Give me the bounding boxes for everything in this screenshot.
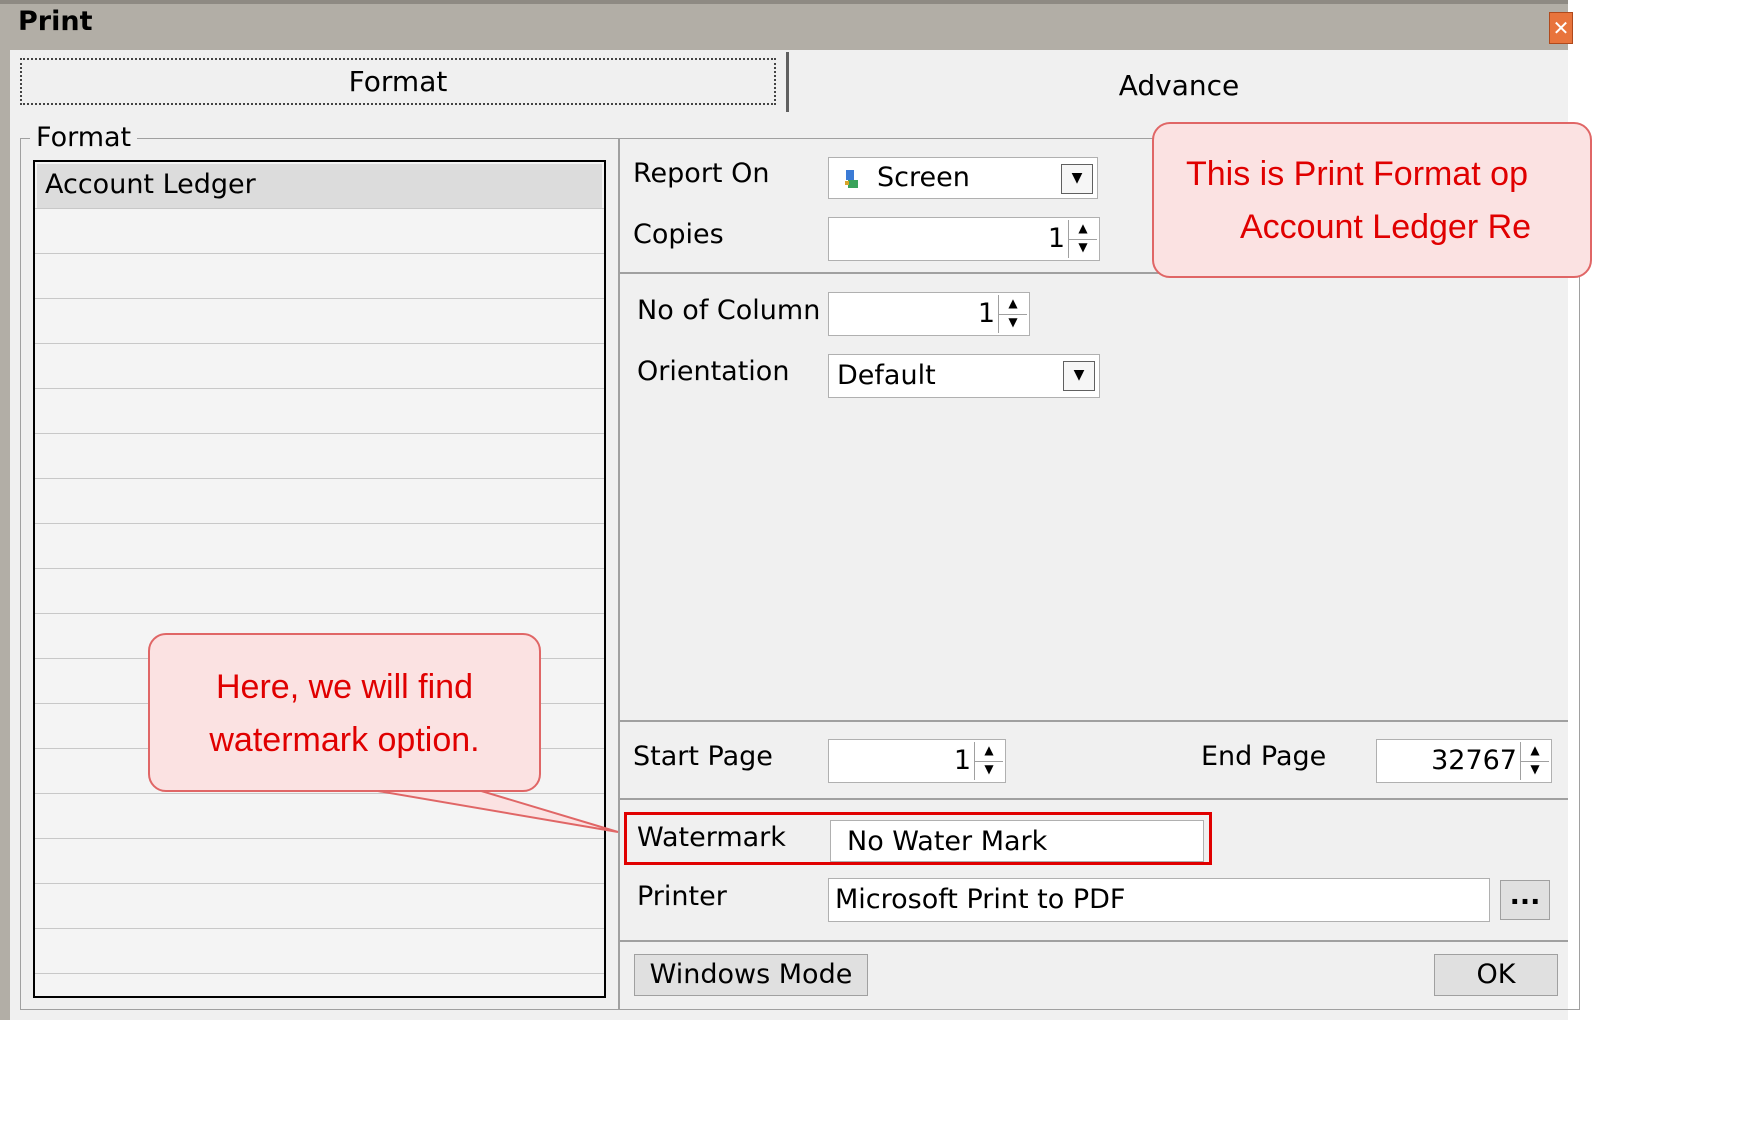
callout-text: Here, we will find: [216, 668, 473, 706]
callout-watermark: Here, we will find watermark option.: [148, 633, 541, 792]
callout-text: watermark option.: [209, 721, 480, 759]
callout-text: Account Ledger Re: [1240, 208, 1532, 246]
callout-text: This is Print Format op: [1186, 155, 1528, 193]
callout-print-format: This is Print Format op Account Ledger R…: [1152, 122, 1592, 278]
